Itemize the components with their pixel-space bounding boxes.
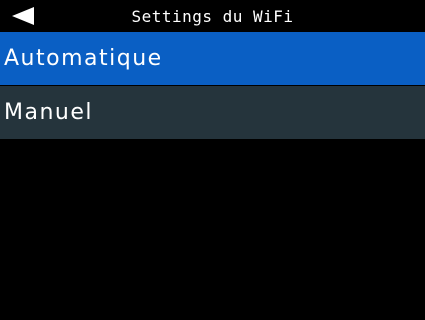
wifi-settings-screen: Settings du WiFi Automatique Manuel <box>0 0 425 320</box>
menu-item-automatique[interactable]: Automatique <box>0 32 425 85</box>
page-title: Settings du WiFi <box>131 7 294 26</box>
back-arrow-icon <box>12 7 34 25</box>
wifi-mode-menu: Automatique Manuel <box>0 32 425 139</box>
back-button[interactable] <box>6 4 42 28</box>
menu-item-manuel[interactable]: Manuel <box>0 86 425 139</box>
header-bar: Settings du WiFi <box>0 0 425 32</box>
